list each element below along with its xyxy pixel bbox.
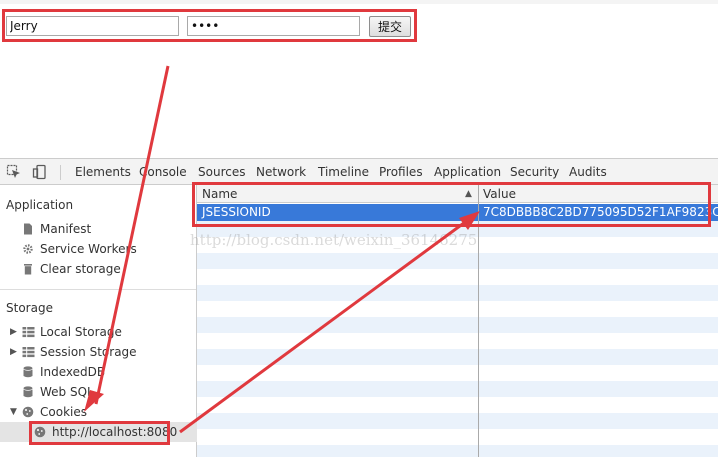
devtools-toolbar: Elements Console Sources Network Timelin…: [0, 158, 718, 185]
table-row[interactable]: [197, 349, 718, 365]
cookie-table-highlight-box: [192, 182, 711, 227]
table-row[interactable]: [197, 365, 718, 381]
inspect-element-icon[interactable]: [6, 164, 22, 180]
collapse-triangle-icon[interactable]: ▼: [10, 403, 17, 421]
table-row[interactable]: [197, 413, 718, 429]
form-highlight-box: [2, 9, 417, 42]
grid-storage-icon: [22, 346, 35, 358]
sidebar-item-label: Clear storage: [40, 262, 121, 276]
cookie-host-highlight-box: [29, 421, 170, 445]
sidebar-item-label: Service Workers: [40, 242, 137, 256]
sidebar-item-label: Cookies: [40, 405, 87, 419]
expand-triangle-icon[interactable]: ▶: [10, 323, 17, 341]
database-icon: [23, 386, 33, 398]
sidebar-divider: [0, 289, 196, 290]
table-row[interactable]: [197, 317, 718, 333]
sidebar-heading-storage: Storage: [6, 301, 53, 315]
table-row[interactable]: [197, 269, 718, 285]
trash-icon: [24, 264, 32, 275]
database-icon: [23, 366, 33, 378]
table-row[interactable]: [197, 397, 718, 413]
cookie-icon: [22, 406, 34, 418]
sidebar-item-label: Manifest: [40, 222, 92, 236]
expand-triangle-icon[interactable]: ▶: [10, 343, 17, 361]
sidebar-heading-application: Application: [6, 198, 74, 212]
table-row[interactable]: [197, 429, 718, 445]
toolbar-separator: [60, 165, 61, 180]
browser-top-edge: [0, 0, 718, 4]
table-row[interactable]: [197, 333, 718, 349]
table-row[interactable]: [197, 253, 718, 269]
grid-storage-icon: [22, 326, 35, 338]
table-row[interactable]: [197, 301, 718, 317]
gear-icon: [23, 244, 33, 254]
tab-console[interactable]: Console: [139, 159, 187, 185]
document-icon: [24, 223, 32, 235]
table-row[interactable]: [197, 285, 718, 301]
table-row[interactable]: [197, 381, 718, 397]
table-row[interactable]: [197, 445, 718, 457]
device-mode-icon[interactable]: [32, 164, 48, 180]
sidebar-item-label: Web SQL: [40, 385, 94, 399]
sidebar-item-label: Local Storage: [40, 325, 122, 339]
sidebar-item-label: IndexedDB: [40, 365, 106, 379]
watermark-text: http://blog.csdn.net/weixin_36146275: [190, 231, 478, 249]
sidebar-item-label: Session Storage: [40, 345, 137, 359]
tab-elements[interactable]: Elements: [75, 159, 131, 185]
